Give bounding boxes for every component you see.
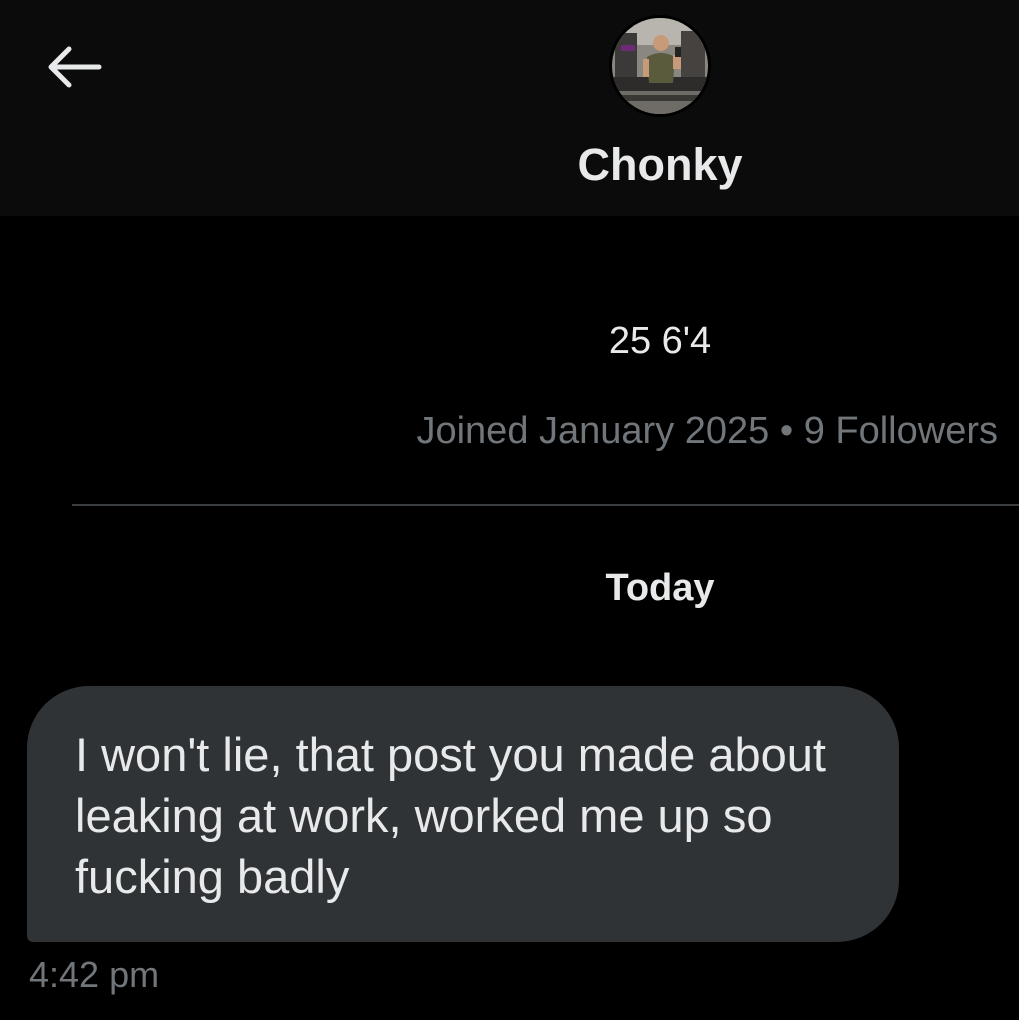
- profile-bio: 25 6'4: [608, 320, 712, 362]
- contact-name[interactable]: Chonky: [480, 138, 840, 192]
- back-button[interactable]: [40, 38, 106, 96]
- dm-conversation-screen: Chonky 25 6'4 Joined January 2025 • 9 Fo…: [0, 0, 1019, 1020]
- avatar[interactable]: [609, 15, 711, 117]
- profile-meta: Joined January 2025 • 9 Followers: [416, 410, 998, 452]
- conversation-header: Chonky: [0, 0, 1019, 216]
- divider: [72, 504, 1019, 506]
- arrow-left-icon: [48, 46, 102, 88]
- profile-photo-icon: [609, 15, 711, 117]
- message-timestamp: 4:42 pm: [29, 954, 160, 995]
- date-separator: Today: [605, 567, 715, 609]
- message-bubble[interactable]: I won't lie, that post you made about le…: [27, 686, 899, 942]
